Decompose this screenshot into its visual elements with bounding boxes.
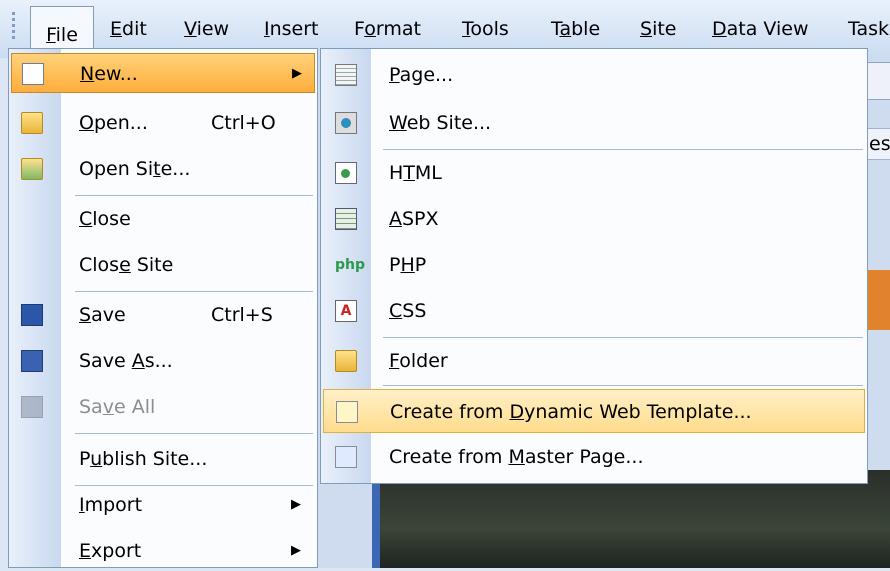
menu-separator	[383, 149, 863, 150]
file-open-item[interactable]: Open... Ctrl+O	[11, 103, 315, 143]
master-page-icon	[335, 446, 357, 468]
menu-separator	[383, 385, 863, 386]
file-open-site-item[interactable]: Open Site...	[11, 149, 315, 189]
open-folder-icon	[21, 112, 43, 134]
web-site-icon	[335, 112, 357, 134]
new-folder-item[interactable]: Folder	[323, 339, 865, 383]
new-php-item[interactable]: php PHP	[323, 243, 865, 287]
new-submenu: Page... Web Site... HTML ASPX php PHP A …	[320, 48, 868, 484]
background-image-border	[372, 470, 380, 568]
file-menu: New... ▶ Open... Ctrl+O Open Site... Clo…	[8, 48, 318, 568]
folder-icon	[335, 350, 357, 372]
new-css-item[interactable]: A CSS	[323, 289, 865, 333]
menu-separator	[75, 195, 313, 196]
page-icon	[335, 64, 357, 86]
aspx-file-icon	[335, 208, 357, 230]
save-all-icon	[21, 396, 43, 418]
shortcut-ctrl-s: Ctrl+S	[211, 304, 273, 326]
file-close-item[interactable]: Close	[11, 199, 315, 239]
file-close-site-item[interactable]: Close Site	[11, 245, 315, 285]
save-as-icon	[21, 350, 43, 372]
new-web-site-item[interactable]: Web Site...	[323, 101, 865, 145]
toolbar-grip[interactable]	[12, 12, 15, 42]
file-import-item[interactable]: Import ▶	[11, 485, 315, 525]
html-file-icon	[335, 162, 357, 184]
save-disk-icon	[21, 304, 43, 326]
new-page-item[interactable]: Page...	[323, 53, 865, 97]
background-photo	[380, 470, 890, 568]
background-image-fragment	[866, 270, 890, 330]
file-save-as-item[interactable]: Save As...	[11, 341, 315, 381]
new-from-dynamic-web-template-item[interactable]: Create from Dynamic Web Template...	[323, 389, 865, 433]
file-export-item[interactable]: Export ▶	[11, 531, 315, 571]
css-file-icon: A	[335, 300, 357, 322]
shortcut-ctrl-o: Ctrl+O	[211, 112, 276, 134]
file-save-item[interactable]: Save Ctrl+S	[11, 295, 315, 335]
submenu-arrow-icon: ▶	[291, 497, 301, 512]
new-aspx-item[interactable]: ASPX	[323, 197, 865, 241]
new-html-item[interactable]: HTML	[323, 151, 865, 195]
new-document-icon	[22, 63, 44, 85]
menu-separator	[383, 337, 863, 338]
submenu-arrow-icon: ▶	[292, 66, 302, 81]
file-save-all-item: Save All	[11, 387, 315, 427]
php-file-icon: php	[335, 257, 366, 273]
file-new-item[interactable]: New... ▶	[11, 53, 315, 93]
file-publish-site-item[interactable]: Publish Site...	[11, 439, 315, 479]
open-site-icon	[21, 158, 43, 180]
submenu-arrow-icon: ▶	[291, 543, 301, 558]
new-from-master-page-item[interactable]: Create from Master Page...	[323, 435, 865, 479]
toolbar-dropdown-edge	[866, 62, 890, 100]
dynamic-web-template-icon	[336, 401, 358, 423]
menu-separator	[75, 291, 313, 292]
menu-separator	[75, 433, 313, 434]
